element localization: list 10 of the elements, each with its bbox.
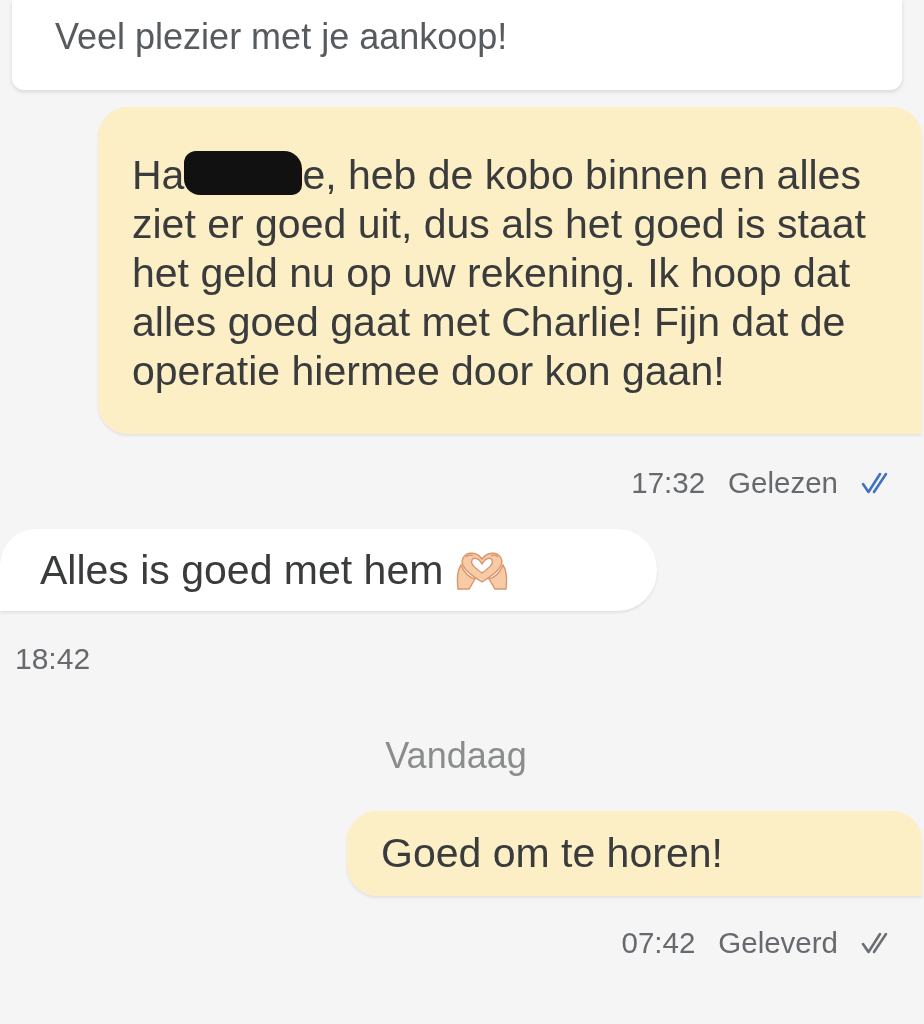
message-time: 07:42: [621, 926, 696, 960]
message-time: 18:42: [15, 642, 91, 676]
message-text: Ha e, heb de kobo binnen en alles ziet er goed uit, dus als het goed is staat het geld nu op uw rekening. Ik hoop dat alles goed gaat met Charlie! Fijn dat de operatie hiermee door kon gaan!: [132, 151, 867, 396]
date-divider: Vandaag: [385, 735, 527, 777]
message-text: Goed om te horen!: [381, 831, 724, 875]
message-time: 17:32: [631, 466, 706, 500]
message-text: Veel plezier met je aankoop!: [55, 17, 509, 57]
delivery-status: Geleverd: [718, 926, 838, 960]
message-text: Alles is goed met hem: [40, 548, 444, 592]
delivery-status: Gelezen: [728, 466, 838, 500]
